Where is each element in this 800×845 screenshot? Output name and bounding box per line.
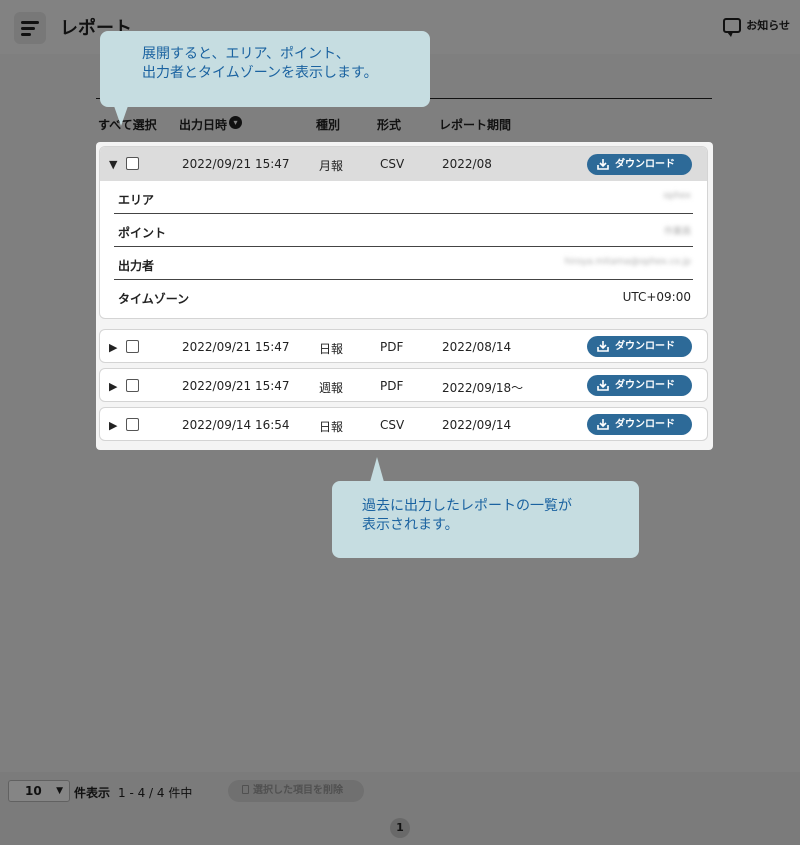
report-list: ▼ 2022/09/21 15:47 月報 CSV 2022/08 ダウンロード… (96, 142, 713, 450)
row-summary[interactable]: ▶ 2022/09/14 16:54 日報 CSV 2022/09/14 ダウン… (100, 408, 707, 440)
tooltip-list-hint: 過去に出力したレポートの一覧が 表示されます。 (332, 457, 639, 558)
download-icon (597, 159, 609, 170)
row-checkbox[interactable] (126, 379, 139, 392)
detail-point: ポイント 作業員 (114, 214, 693, 247)
detail-value: ophex (663, 191, 691, 201)
row-format: PDF (380, 340, 404, 354)
tooltip-line: 展開すると、エリア、ポイント、 (142, 46, 350, 62)
table-row: ▶ 2022/09/21 15:47 週報 PDF 2022/09/18〜 ダウ… (99, 368, 708, 402)
row-type: 月報 (319, 159, 344, 173)
tooltip-line: 表示されます。 (362, 517, 459, 533)
collapse-triangle-icon[interactable]: ▼ (109, 158, 117, 171)
detail-exporter: 出力者 hiroya.mitama@ophex.co.jp (114, 247, 693, 280)
row-checkbox[interactable] (126, 157, 139, 170)
download-label: ダウンロード (615, 341, 675, 352)
detail-timezone: タイムゾーン UTC+09:00 (114, 280, 693, 313)
download-button[interactable]: ダウンロード (587, 154, 692, 175)
row-datetime: 2022/09/21 15:47 (182, 379, 290, 393)
detail-label: ポイント (118, 226, 167, 240)
expand-triangle-icon[interactable]: ▶ (109, 380, 117, 393)
row-summary[interactable]: ▶ 2022/09/21 15:47 日報 PDF 2022/08/14 ダウン… (100, 330, 707, 362)
detail-label: タイムゾーン (118, 292, 190, 306)
row-period: 2022/08/14 (442, 340, 512, 354)
tooltip-line: 過去に出力したレポートの一覧が (362, 498, 572, 514)
download-label: ダウンロード (615, 159, 675, 170)
download-label: ダウンロード (615, 419, 675, 430)
download-label: ダウンロード (615, 380, 675, 391)
table-row: ▼ 2022/09/21 15:47 月報 CSV 2022/08 ダウンロード… (99, 146, 708, 319)
tooltip-line: 出力者とタイムゾーンを表示します。 (142, 65, 378, 81)
detail-label: 出力者 (118, 259, 155, 273)
expand-triangle-icon[interactable]: ▶ (109, 341, 117, 354)
row-datetime: 2022/09/14 16:54 (182, 418, 290, 432)
row-details: エリア ophex ポイント 作業員 出力者 hiroya.mitama@ophex.… (100, 181, 707, 313)
row-period: 2022/09/14 (442, 418, 512, 432)
row-type: 週報 (319, 381, 344, 395)
table-row: ▶ 2022/09/14 16:54 日報 CSV 2022/09/14 ダウン… (99, 407, 708, 441)
row-format: CSV (380, 157, 405, 171)
row-type: 日報 (319, 420, 344, 434)
row-period: 2022/08 (442, 157, 492, 171)
detail-value: hiroya.mitama@ophex.co.jp (564, 257, 691, 267)
download-button[interactable]: ダウンロード (587, 375, 692, 396)
row-datetime: 2022/09/21 15:47 (182, 157, 290, 171)
detail-area: エリア ophex (114, 181, 693, 214)
download-icon (597, 341, 609, 352)
row-type: 日報 (319, 342, 344, 356)
detail-value: UTC+09:00 (622, 290, 691, 304)
row-format: CSV (380, 418, 405, 432)
download-icon (597, 419, 609, 430)
download-button[interactable]: ダウンロード (587, 414, 692, 435)
download-button[interactable]: ダウンロード (587, 336, 692, 357)
row-period: 2022/09/18〜 (442, 381, 524, 395)
row-format: PDF (380, 379, 404, 393)
expand-triangle-icon[interactable]: ▶ (109, 419, 117, 432)
detail-label: エリア (118, 193, 155, 207)
row-summary[interactable]: ▼ 2022/09/21 15:47 月報 CSV 2022/08 ダウンロード (100, 147, 707, 181)
table-row: ▶ 2022/09/21 15:47 日報 PDF 2022/08/14 ダウン… (99, 329, 708, 363)
row-datetime: 2022/09/21 15:47 (182, 340, 290, 354)
download-icon (597, 380, 609, 391)
row-summary[interactable]: ▶ 2022/09/21 15:47 週報 PDF 2022/09/18〜 ダウ… (100, 369, 707, 401)
row-checkbox[interactable] (126, 418, 139, 431)
row-checkbox[interactable] (126, 340, 139, 353)
tooltip-expand-hint: 展開すると、エリア、ポイント、 出力者とタイムゾーンを表示します。 (100, 31, 430, 126)
detail-value: 作業員 (663, 227, 691, 237)
